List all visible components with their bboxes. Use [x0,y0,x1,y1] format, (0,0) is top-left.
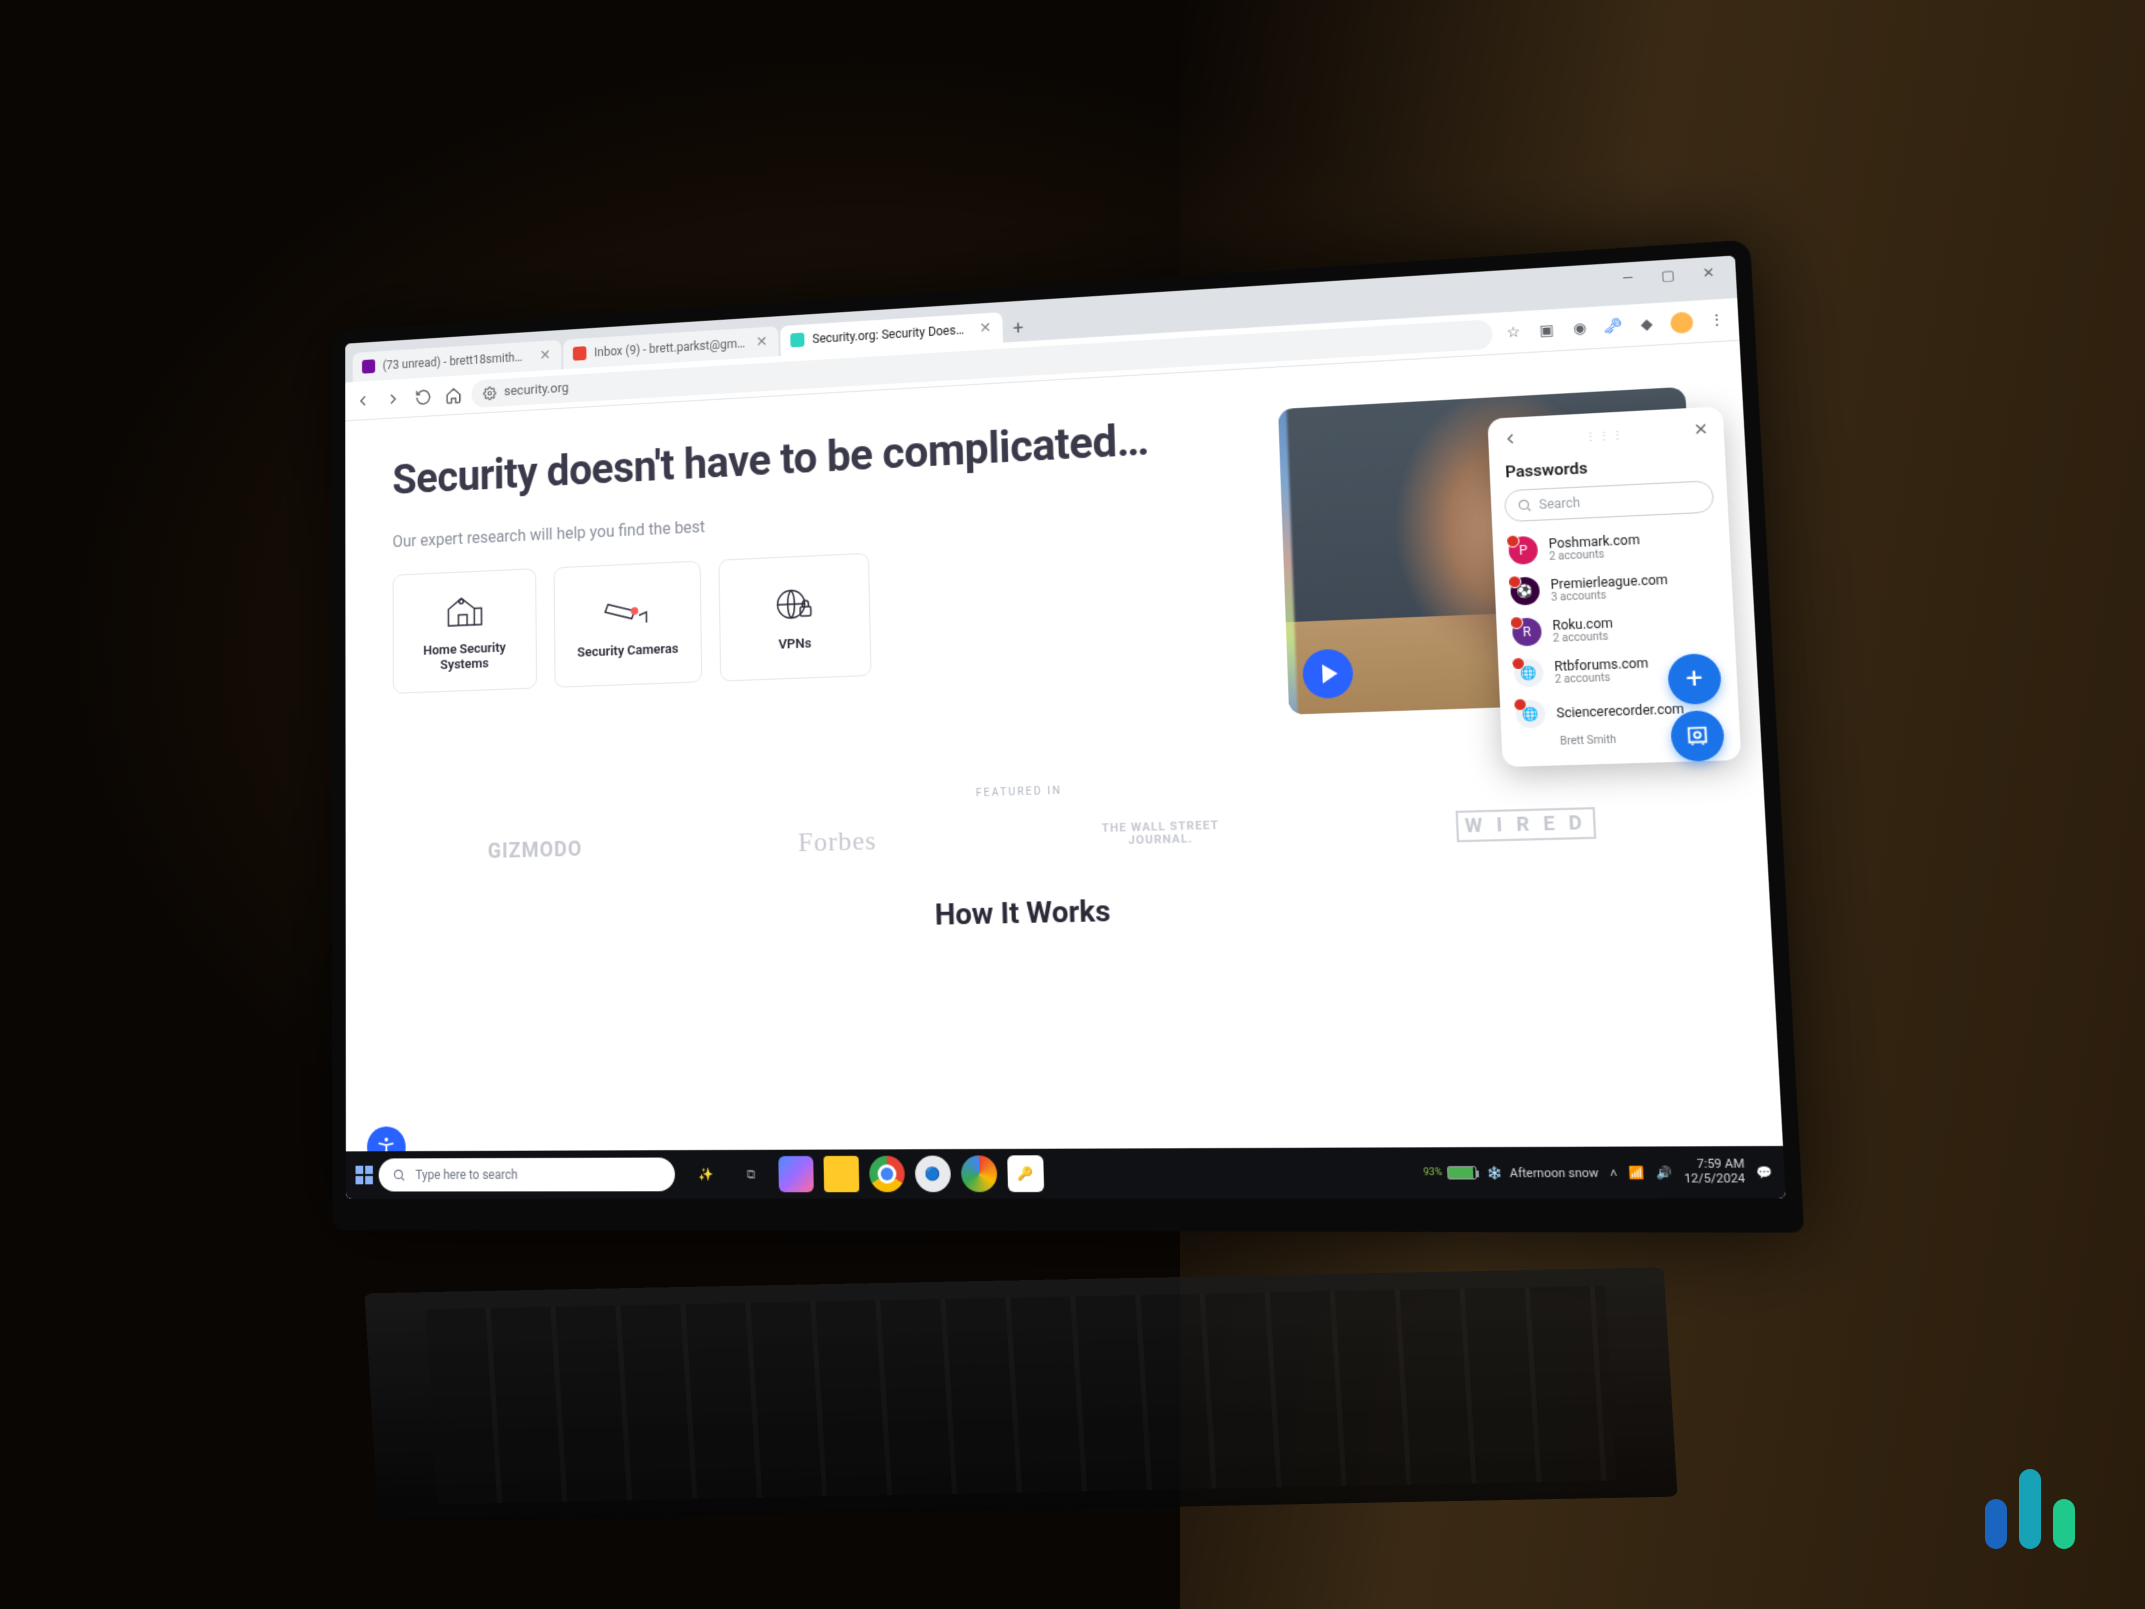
search-icon [392,1167,406,1181]
alert-badge-icon [1509,615,1523,628]
notifications-icon[interactable]: 💬 [1756,1164,1773,1179]
start-button[interactable] [355,1165,372,1184]
laptop-keyboard [364,1267,1677,1522]
browser-menu-icon[interactable]: ⋮ [1706,309,1727,329]
taskbar-taskview-icon[interactable]: ⧉ [733,1156,768,1192]
globe-lock-icon [769,582,818,625]
tab-title: (73 unread) - brett18smith@ya… [382,349,530,372]
logo-gizmodo: GIZMODO [487,836,582,863]
laptop: — ▢ ✕ (73 unread) - brett18smith@ya… ✕ I… [293,278,1742,1223]
taskbar-app-icon-1[interactable]: 🔵 [914,1155,950,1192]
password-domain: Rtbforums.com [1553,655,1648,674]
alert-badge-icon [1511,656,1525,669]
tab-title: Inbox (9) - brett.parkst@gmail… [594,336,747,359]
nav-back-button[interactable] [354,391,371,410]
tab-title: Security.org: Security Doesn't H… [812,322,970,346]
panel-back-button[interactable] [1501,429,1520,451]
alert-badge-icon [1513,697,1527,710]
tray-chevron-icon[interactable]: ˄ [1609,1165,1617,1180]
taskbar-explorer-icon[interactable] [823,1155,859,1191]
extension-icons: ☆ ▣ ◉ 🗝 ◆ ⋮ [1502,308,1727,342]
watermark-bars [1985,1469,2075,1549]
taskbar-sparkle-icon[interactable]: ✨ [688,1156,723,1192]
tab-favicon-icon [790,332,804,347]
card-security-cameras[interactable]: Security Cameras [553,560,702,687]
card-home-security[interactable]: Home Security Systems [392,568,537,694]
battery-icon [1446,1166,1476,1179]
taskbar-clock[interactable]: 7:59 AM 12/5/2024 [1683,1157,1746,1186]
camera-icon [603,589,651,631]
play-button-icon[interactable] [1301,648,1353,699]
password-domain: Sciencerecorder.com [1556,701,1684,721]
windows-taskbar: Type here to search ✨ ⧉ 🔵 🔑 93% [345,1145,1785,1198]
nav-reload-button[interactable] [414,387,431,406]
logo-forbes: Forbes [797,825,876,858]
new-tab-button[interactable]: + [1004,314,1031,342]
window-close[interactable]: ✕ [1692,260,1725,285]
weather-widget[interactable]: ❄️ Afternoon snow [1486,1165,1598,1180]
video-gradient-edge [1278,408,1298,714]
nav-home-button[interactable] [444,385,461,404]
profile-avatar-icon[interactable] [1669,310,1693,333]
password-manager-panel: ⋮⋮⋮ Passwords Search P Poshmark.com 2 ac… [1487,406,1741,767]
category-cards: Home Security Systems Security Cameras [392,534,1265,693]
taskbar-search-input[interactable]: Type here to search [378,1157,674,1191]
taskbar-app-icon-3[interactable]: 🔑 [1007,1155,1044,1192]
password-domain: Roku.com [1552,615,1613,632]
how-it-works-heading: How It Works [345,879,1770,943]
tray-wifi-icon[interactable]: 📶 [1628,1165,1645,1180]
logo-wired: W I R E D [1455,806,1596,841]
password-account-count: 2 accounts [1552,630,1613,644]
search-icon [1516,497,1532,513]
bookmark-star-icon[interactable]: ☆ [1502,322,1523,342]
snow-icon: ❄️ [1486,1165,1502,1180]
tab-close-icon[interactable]: ✕ [754,334,768,349]
system-tray: 93% ❄️ Afternoon snow ˄ 📶 🔊 7:59 AM 12/5… [1422,1157,1773,1186]
extension-icon-4[interactable]: ◆ [1636,314,1657,334]
page-headline: Security doesn't have to be complicated… [392,410,1258,505]
battery-indicator[interactable]: 93% [1423,1166,1476,1179]
window-controls: — ▢ ✕ [1611,260,1725,290]
page-content: Security doesn't have to be complicated…… [345,340,1786,1198]
logo-wsj: THE WALL STREET JOURNAL. [1101,819,1219,848]
tray-sound-icon[interactable]: 🔊 [1655,1165,1672,1180]
taskbar-app-icon-2[interactable] [960,1155,997,1192]
tab-close-icon[interactable]: ✕ [977,320,992,335]
card-vpns[interactable]: VPNs [718,553,871,682]
laptop-bezel: — ▢ ✕ (73 unread) - brett18smith@ya… ✕ I… [332,239,1804,1232]
alert-badge-icon [1505,534,1519,547]
tab-favicon-icon [362,359,375,373]
nav-forward-button[interactable] [384,389,401,408]
tab-favicon-icon [572,346,586,361]
window-maximize[interactable]: ▢ [1651,263,1684,288]
alert-badge-icon [1507,575,1521,588]
url-text: security.org [503,380,568,399]
extension-icon-3[interactable]: 🗝 [1602,316,1623,336]
panel-drag-handle-icon[interactable]: ⋮⋮⋮ [1584,429,1625,443]
house-icon [441,589,487,631]
taskbar-copilot-icon[interactable] [778,1156,814,1192]
panel-close-button[interactable] [1691,419,1710,441]
site-settings-icon [482,385,495,400]
extension-icon-1[interactable]: ▣ [1536,320,1557,340]
laptop-screen: — ▢ ✕ (73 unread) - brett18smith@ya… ✕ I… [345,255,1786,1198]
tab-close-icon[interactable]: ✕ [538,348,552,363]
window-minimize[interactable]: — [1611,265,1643,290]
taskbar-chrome-icon[interactable] [868,1155,904,1191]
extension-icon-2[interactable]: ◉ [1569,318,1590,338]
